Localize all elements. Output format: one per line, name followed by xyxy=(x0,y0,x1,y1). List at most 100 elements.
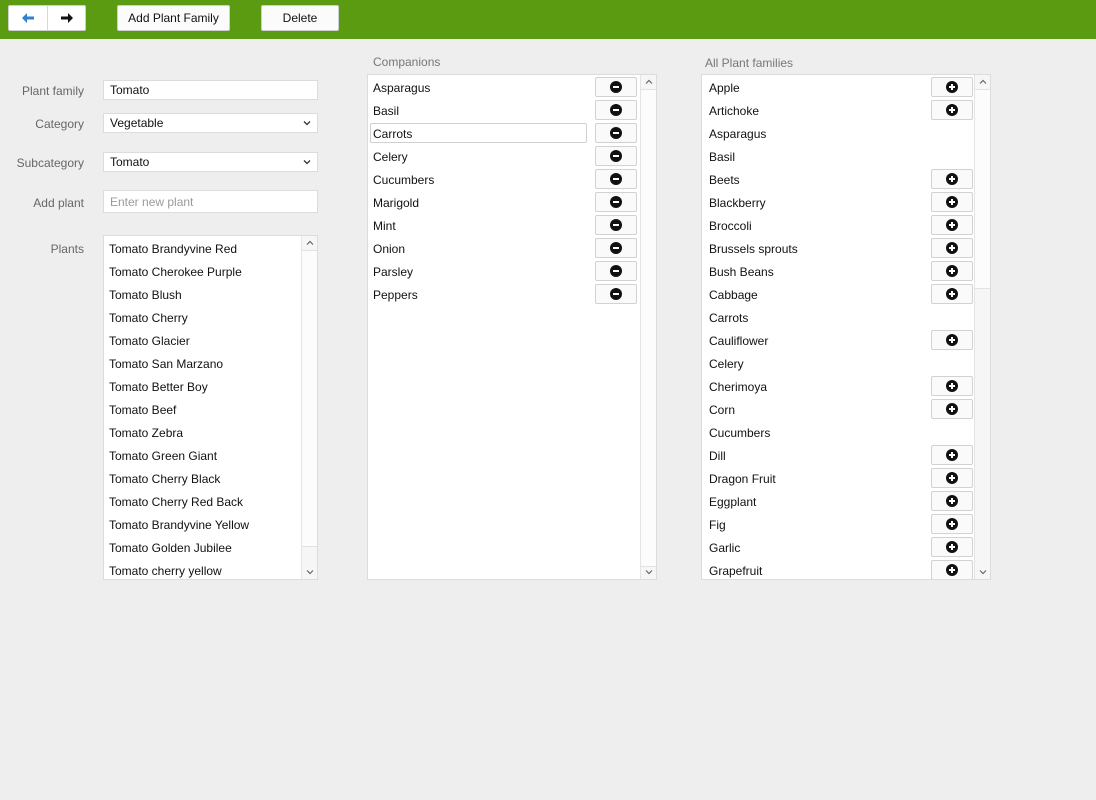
add-companion-button[interactable] xyxy=(931,215,973,235)
companion-list-item[interactable]: Mint xyxy=(368,214,641,237)
add-plant-input[interactable]: Enter new plant xyxy=(103,190,318,213)
plant-list-item[interactable]: Tomato Green Giant xyxy=(104,444,303,467)
family-list-item[interactable]: Beets xyxy=(702,168,975,191)
all-families-scroll-thumb[interactable] xyxy=(975,89,990,289)
scroll-up-icon[interactable] xyxy=(302,236,317,250)
family-list-item[interactable]: Grapefruit xyxy=(702,559,975,579)
add-companion-button[interactable] xyxy=(931,192,973,212)
family-list-item[interactable]: Eggplant xyxy=(702,490,975,513)
add-companion-button[interactable] xyxy=(931,330,973,350)
add-companion-button[interactable] xyxy=(931,560,973,579)
family-list-item[interactable]: Dragon Fruit xyxy=(702,467,975,490)
companions-scroll-thumb[interactable] xyxy=(641,89,656,567)
add-companion-button[interactable] xyxy=(931,100,973,120)
remove-companion-button[interactable] xyxy=(595,261,637,281)
add-companion-button[interactable] xyxy=(931,537,973,557)
companion-list-item[interactable]: Peppers xyxy=(368,283,641,306)
all-families-scrollbar[interactable] xyxy=(974,75,990,579)
remove-companion-button[interactable] xyxy=(595,284,637,304)
add-companion-button[interactable] xyxy=(931,376,973,396)
remove-companion-button[interactable] xyxy=(595,146,637,166)
all-families-list[interactable]: Apple Artichoke Asparagus Basil Beets Blackbe… xyxy=(701,74,991,580)
add-companion-button[interactable] xyxy=(931,169,973,189)
family-list-item[interactable]: Basil xyxy=(702,145,975,168)
remove-companion-button[interactable] xyxy=(595,192,637,212)
add-companion-button[interactable] xyxy=(931,445,973,465)
plant-list-item[interactable]: Tomato Brandyvine Red xyxy=(104,237,303,260)
family-list-item[interactable]: Broccoli xyxy=(702,214,975,237)
subcategory-select[interactable]: Tomato xyxy=(103,152,318,172)
family-list-item[interactable]: Cherimoya xyxy=(702,375,975,398)
plant-list-item[interactable]: Tomato Zebra xyxy=(104,421,303,444)
family-list-item[interactable]: Celery xyxy=(702,352,975,375)
family-list-item[interactable]: Garlic xyxy=(702,536,975,559)
family-list-item[interactable]: Dill xyxy=(702,444,975,467)
add-companion-button[interactable] xyxy=(931,514,973,534)
plant-list-item[interactable]: Tomato San Marzano xyxy=(104,352,303,375)
family-list-item[interactable]: Cucumbers xyxy=(702,421,975,444)
companion-list-item[interactable]: Basil xyxy=(368,99,641,122)
plant-list-item[interactable]: Tomato Glacier xyxy=(104,329,303,352)
remove-companion-button[interactable] xyxy=(595,77,637,97)
family-list-item[interactable]: Carrots xyxy=(702,306,975,329)
family-list-item[interactable]: Cauliflower xyxy=(702,329,975,352)
category-select[interactable]: Vegetable xyxy=(103,113,318,133)
plant-list-item[interactable]: Tomato Cherry Red Back xyxy=(104,490,303,513)
add-companion-button[interactable] xyxy=(931,468,973,488)
remove-companion-button[interactable] xyxy=(595,123,637,143)
plants-list[interactable]: Tomato Brandyvine Red Tomato Cherokee Pur… xyxy=(103,235,318,580)
forward-button[interactable] xyxy=(48,6,86,30)
add-companion-button[interactable] xyxy=(931,261,973,281)
companion-list-item[interactable]: Cucumbers xyxy=(368,168,641,191)
family-list-item[interactable]: Cabbage xyxy=(702,283,975,306)
companions-list[interactable]: Asparagus Basil Carrots Celery Cucumbers Mari… xyxy=(367,74,657,580)
minus-circle-icon xyxy=(610,196,622,208)
family-list-item[interactable]: Artichoke xyxy=(702,99,975,122)
add-companion-button[interactable] xyxy=(931,399,973,419)
plant-list-item[interactable]: Tomato Cherokee Purple xyxy=(104,260,303,283)
plant-list-item[interactable]: Tomato Cherry xyxy=(104,306,303,329)
add-companion-button[interactable] xyxy=(931,238,973,258)
plants-scroll-thumb[interactable] xyxy=(302,250,317,547)
add-companion-button[interactable] xyxy=(931,491,973,511)
plus-circle-icon xyxy=(946,518,958,530)
companion-list-item[interactable]: Carrots xyxy=(368,122,641,145)
companion-list-item[interactable]: Asparagus xyxy=(368,76,641,99)
companion-list-item[interactable]: Onion xyxy=(368,237,641,260)
scroll-down-icon[interactable] xyxy=(975,565,990,579)
scroll-down-icon[interactable] xyxy=(641,565,656,579)
companion-name: Marigold xyxy=(373,195,420,210)
companions-scrollbar[interactable] xyxy=(640,75,656,579)
plant-list-item[interactable]: Tomato Blush xyxy=(104,283,303,306)
plant-family-input[interactable]: Tomato xyxy=(103,80,318,100)
plant-list-item[interactable]: Tomato Brandyvine Yellow xyxy=(104,513,303,536)
add-companion-button[interactable] xyxy=(931,284,973,304)
plant-list-item[interactable]: Tomato cherry yellow xyxy=(104,559,303,579)
remove-companion-button[interactable] xyxy=(595,169,637,189)
remove-companion-button[interactable] xyxy=(595,215,637,235)
add-companion-button[interactable] xyxy=(931,77,973,97)
family-list-item[interactable]: Corn xyxy=(702,398,975,421)
plant-list-item[interactable]: Tomato Beef xyxy=(104,398,303,421)
plant-list-item[interactable]: Tomato Cherry Black xyxy=(104,467,303,490)
plant-list-item[interactable]: Tomato Golden Jubilee xyxy=(104,536,303,559)
remove-companion-button[interactable] xyxy=(595,100,637,120)
family-list-item[interactable]: Asparagus xyxy=(702,122,975,145)
scroll-up-icon[interactable] xyxy=(975,75,990,89)
companion-list-item[interactable]: Celery xyxy=(368,145,641,168)
family-list-item[interactable]: Apple xyxy=(702,76,975,99)
add-plant-family-button[interactable]: Add Plant Family xyxy=(117,5,230,31)
family-list-item[interactable]: Brussels sprouts xyxy=(702,237,975,260)
companion-list-item[interactable]: Parsley xyxy=(368,260,641,283)
family-list-item[interactable]: Fig xyxy=(702,513,975,536)
family-list-item[interactable]: Bush Beans xyxy=(702,260,975,283)
scroll-up-icon[interactable] xyxy=(641,75,656,89)
remove-companion-button[interactable] xyxy=(595,238,637,258)
plants-scrollbar[interactable] xyxy=(301,236,317,579)
scroll-down-icon[interactable] xyxy=(302,565,317,579)
family-list-item[interactable]: Blackberry xyxy=(702,191,975,214)
companion-list-item[interactable]: Marigold xyxy=(368,191,641,214)
back-button[interactable] xyxy=(9,6,48,30)
delete-button[interactable]: Delete xyxy=(261,5,339,31)
plant-list-item[interactable]: Tomato Better Boy xyxy=(104,375,303,398)
